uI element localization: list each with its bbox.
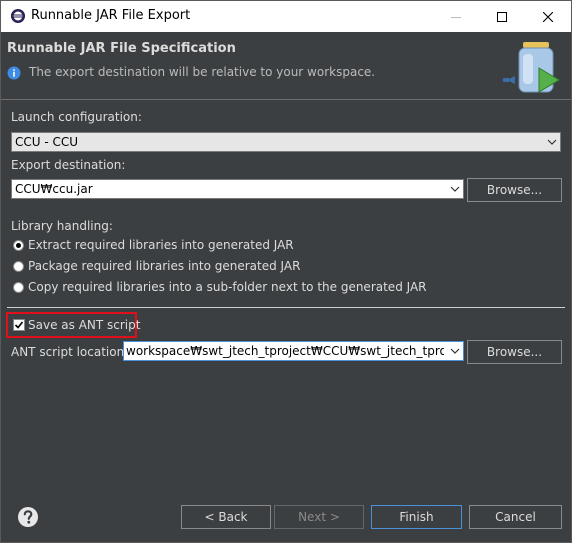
radio-extract-label[interactable]: Extract required libraries into generate… <box>28 238 294 252</box>
chevron-down-icon[interactable] <box>446 180 463 198</box>
cancel-button[interactable]: Cancel <box>469 505 562 529</box>
finish-button[interactable]: Finish <box>371 505 462 529</box>
page-title: Runnable JAR File Specification <box>7 41 236 56</box>
export-browse-label: Browse... <box>486 183 543 197</box>
checkmark-icon <box>14 321 24 329</box>
maximize-button[interactable] <box>479 1 525 32</box>
next-button[interactable]: Next > <box>274 505 364 529</box>
window-title: Runnable JAR File Export <box>31 8 191 23</box>
launch-config-value: CCU - CCU <box>15 135 79 149</box>
finish-button-label: Finish <box>399 510 434 524</box>
ant-browse-label: Browse... <box>486 345 543 359</box>
ant-browse-button[interactable]: Browse... <box>467 340 562 364</box>
ant-location-value: workspace₩swt_jtech_tproject₩CCU₩swt_jte… <box>126 344 444 358</box>
close-button[interactable] <box>525 1 571 32</box>
maximize-icon <box>497 11 507 22</box>
jar-banner-icon <box>503 42 560 93</box>
chevron-down-icon <box>543 133 560 151</box>
radio-copy-libraries[interactable] <box>13 282 24 293</box>
export-destination-label: Export destination: <box>11 158 126 172</box>
library-handling-label: Library handling: <box>11 219 113 233</box>
export-browse-button[interactable]: Browse... <box>467 178 562 202</box>
close-icon <box>543 11 553 22</box>
help-icon[interactable] <box>17 506 39 528</box>
save-ant-label[interactable]: Save as ANT script <box>28 318 140 332</box>
radio-copy-label[interactable]: Copy required libraries into a sub-folde… <box>28 280 427 294</box>
export-dialog: Runnable JAR File Export Runnable JAR Fi… <box>0 0 572 543</box>
launch-config-label: Launch configuration: <box>11 110 142 124</box>
header-separator <box>1 99 571 100</box>
save-ant-checkbox[interactable] <box>13 319 25 331</box>
eclipse-icon <box>11 9 25 23</box>
radio-extract-libraries[interactable] <box>13 240 24 251</box>
back-button[interactable]: < Back <box>181 505 271 529</box>
chevron-down-icon[interactable] <box>446 342 463 360</box>
launch-config-select[interactable]: CCU - CCU <box>11 132 561 152</box>
title-bar[interactable]: Runnable JAR File Export <box>1 1 571 32</box>
radio-package-libraries[interactable] <box>13 261 24 272</box>
library-separator <box>7 307 565 308</box>
cancel-button-label: Cancel <box>495 510 536 524</box>
radio-package-label[interactable]: Package required libraries into generate… <box>28 259 300 273</box>
info-icon <box>7 66 21 80</box>
ant-location-combo[interactable]: workspace₩swt_jtech_tproject₩CCU₩swt_jte… <box>123 341 464 361</box>
back-button-label: < Back <box>204 510 248 524</box>
next-button-label: Next > <box>298 510 340 524</box>
wizard-header: Runnable JAR File Specification The expo… <box>1 32 571 99</box>
export-destination-combo[interactable]: CCU₩ccu.jar <box>11 179 464 199</box>
wizard-footer: < Back Next > Finish Cancel <box>1 489 571 542</box>
header-message: The export destination will be relative … <box>29 65 376 79</box>
export-destination-value: CCU₩ccu.jar <box>15 182 93 196</box>
minimize-icon <box>451 16 461 18</box>
ant-location-label: ANT script location: <box>11 345 129 359</box>
minimize-button[interactable] <box>433 1 479 32</box>
